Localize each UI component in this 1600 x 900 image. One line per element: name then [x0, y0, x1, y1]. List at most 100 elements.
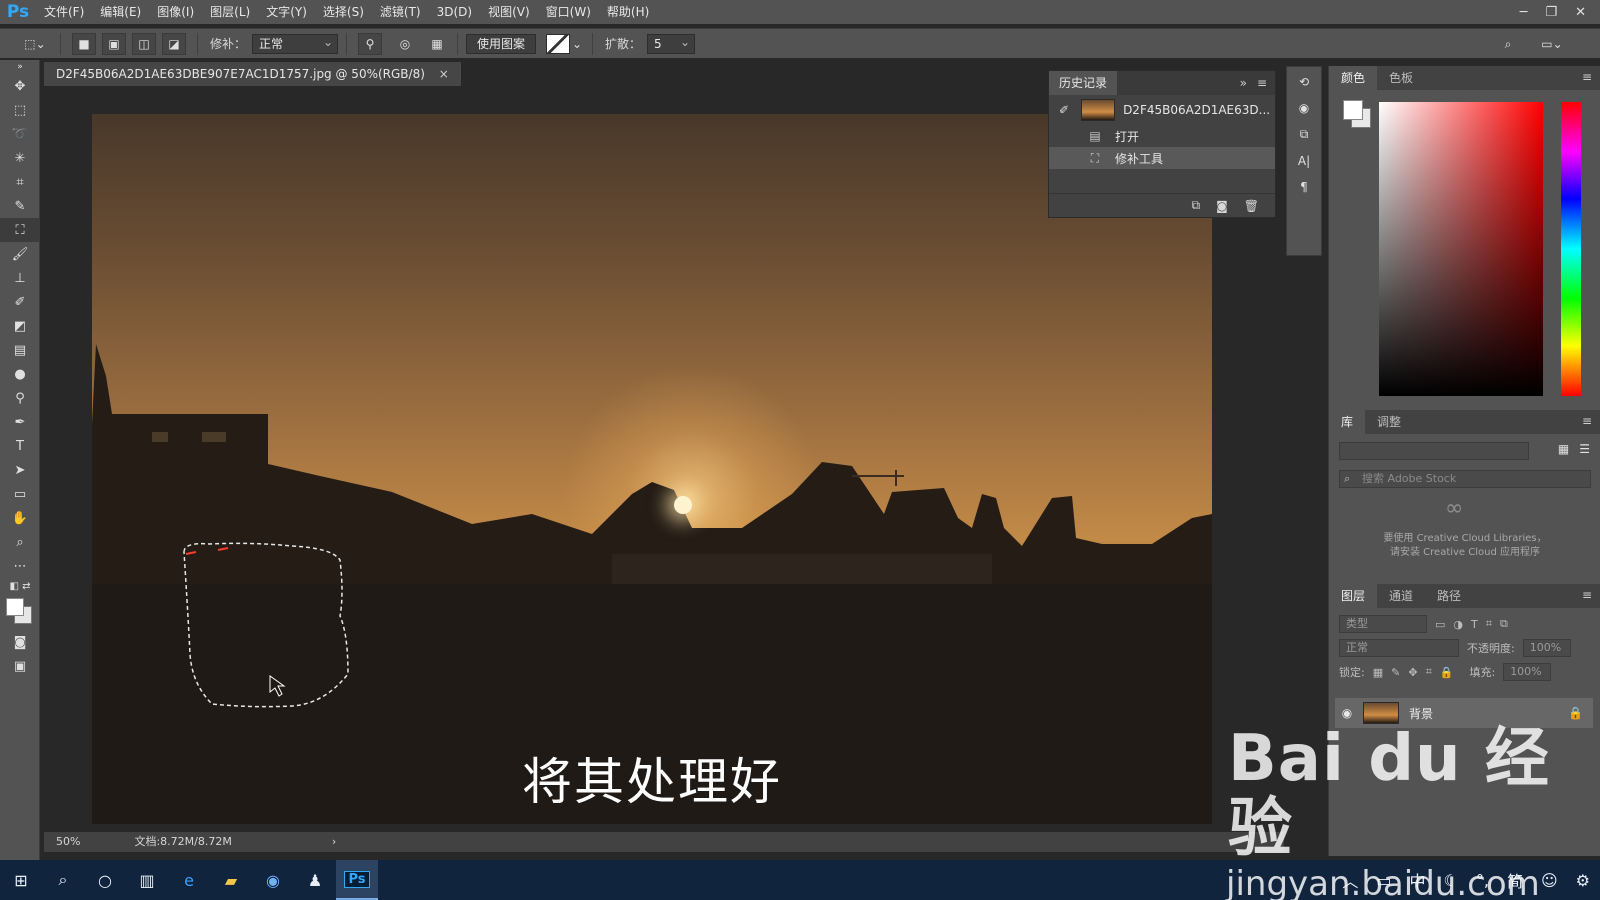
brush-tool-icon[interactable]: 🖌 — [0, 242, 40, 266]
lock-transparency-icon[interactable]: ▦ — [1373, 666, 1383, 679]
library-select[interactable] — [1339, 442, 1529, 460]
foreground-background-swatch[interactable] — [0, 594, 40, 630]
type-filter-icon[interactable]: T — [1471, 618, 1478, 631]
lock-pixels-icon[interactable]: ✎ — [1391, 666, 1400, 679]
workspace-icon[interactable]: ▭⌄ — [1540, 33, 1564, 55]
menu-help[interactable]: 帮助(H) — [599, 0, 657, 24]
subtract-selection-icon[interactable]: ◫ — [132, 32, 156, 55]
adjustment-filter-icon[interactable]: ◑ — [1453, 618, 1463, 631]
list-view-icon[interactable]: ☰ — [1579, 442, 1590, 456]
panel-menu-icon[interactable]: ≡ — [1582, 588, 1592, 602]
opacity-input[interactable]: 100% — [1522, 639, 1571, 657]
tab-channels[interactable]: 通道 — [1377, 584, 1425, 608]
tab-paths[interactable]: 路径 — [1425, 584, 1473, 608]
tab-adjustments[interactable]: 调整 — [1365, 410, 1413, 434]
document-tab[interactable]: D2F45B06A2D1AE63DBE907E7AC1D1757.jpg @ 5… — [44, 62, 461, 86]
lock-artboard-icon[interactable]: ⌗ — [1426, 665, 1432, 679]
eraser-tool-icon[interactable]: ◩ — [0, 314, 40, 338]
quick-mask-icon[interactable]: ◙ — [0, 630, 40, 654]
marquee-tool-icon[interactable]: ⬚ — [0, 98, 40, 122]
more-tools-icon[interactable]: ⋯ — [0, 554, 40, 578]
menu-edit[interactable]: 编辑(E) — [92, 0, 149, 24]
cortana-icon[interactable]: ○ — [84, 860, 126, 900]
destination-target-icon[interactable]: ◎ — [393, 33, 417, 55]
diffusion-select[interactable]: 5 — [647, 33, 696, 54]
tool-preset-picker-icon[interactable]: ⬚⌄ — [18, 33, 52, 55]
transparent-checker-icon[interactable]: ▦ — [425, 33, 449, 55]
menu-image[interactable]: 图像(I) — [149, 0, 202, 24]
patch-mode-select[interactable]: 正常 — [252, 33, 339, 54]
tab-layers[interactable]: 图层 — [1329, 584, 1378, 608]
move-tool-icon[interactable]: ✥ — [0, 74, 40, 98]
shape-filter-icon[interactable]: ⌗ — [1486, 617, 1492, 631]
expand-icon[interactable]: » — [1240, 76, 1247, 90]
menu-select[interactable]: 选择(S) — [315, 0, 372, 24]
properties-panel-icon[interactable]: ◉ — [1299, 101, 1309, 115]
chevron-down-icon[interactable]: ⌄ — [570, 33, 584, 55]
minimize-icon[interactable]: ─ — [1520, 5, 1528, 20]
layer-filter-select[interactable]: 类型 — [1339, 615, 1427, 633]
collapse-icon[interactable]: » — [0, 60, 40, 74]
new-selection-icon[interactable]: ■ — [72, 32, 96, 55]
pen-tool-icon[interactable]: ✒ — [0, 410, 40, 434]
add-to-selection-icon[interactable]: ▣ — [102, 32, 126, 55]
windows-start-icon[interactable]: ⊞ — [0, 860, 42, 900]
search-icon[interactable]: ⌕ — [42, 860, 84, 900]
menu-type[interactable]: 文字(Y) — [258, 0, 315, 24]
source-pin-icon[interactable]: ⚲ — [358, 32, 383, 55]
pixel-filter-icon[interactable]: ▭ — [1435, 618, 1445, 631]
patch-tool-icon[interactable]: ⛶ — [0, 218, 40, 242]
history-title[interactable]: 历史记录 — [1049, 71, 1118, 95]
tab-swatches[interactable]: 色板 — [1377, 66, 1425, 90]
history-item-patch[interactable]: ⛶ 修补工具 — [1049, 147, 1275, 169]
intersect-selection-icon[interactable]: ◪ — [162, 32, 186, 55]
qq-icon[interactable]: ♟ — [294, 860, 336, 900]
dodge-tool-icon[interactable]: ⚲ — [0, 386, 40, 410]
photoshop-taskbar-icon[interactable]: Ps — [336, 860, 378, 900]
screen-mode-icon[interactable]: ▣ — [0, 654, 40, 678]
magic-wand-tool-icon[interactable]: ✳ — [0, 146, 40, 170]
gradient-tool-icon[interactable]: ▤ — [0, 338, 40, 362]
rectangle-tool-icon[interactable]: ▭ — [0, 482, 40, 506]
history-item-open[interactable]: ▤ 打开 — [1049, 125, 1275, 147]
paragraph-panel-icon[interactable]: ¶ — [1300, 180, 1308, 194]
menu-filter[interactable]: 滤镜(T) — [372, 0, 429, 24]
task-view-icon[interactable]: ▥ — [126, 860, 168, 900]
lasso-tool-icon[interactable]: ➰ — [0, 122, 40, 146]
browser-icon[interactable]: ◉ — [252, 860, 294, 900]
type-tool-icon[interactable]: T — [0, 434, 40, 458]
tab-color[interactable]: 颜色 — [1329, 66, 1378, 90]
status-arrow-icon[interactable]: › — [332, 832, 336, 852]
history-brush-source-icon[interactable]: ✐ — [1059, 103, 1069, 117]
camera-snapshot-icon[interactable]: ◙ — [1216, 199, 1228, 213]
stamp-tool-icon[interactable]: ⊥ — [0, 266, 40, 290]
restore-icon[interactable]: ❐ — [1545, 5, 1557, 20]
clone-source-icon[interactable]: ⧉ — [1300, 127, 1309, 142]
menu-window[interactable]: 窗口(W) — [538, 0, 599, 24]
panel-menu-icon[interactable]: ≡ — [1582, 70, 1592, 84]
eyedropper-tool-icon[interactable]: ✎ — [0, 194, 40, 218]
blur-tool-icon[interactable]: ● — [0, 362, 40, 386]
file-explorer-icon[interactable]: ▰ — [210, 860, 252, 900]
tab-libraries[interactable]: 库 — [1329, 410, 1366, 434]
trash-icon[interactable]: 🗑 — [1244, 199, 1259, 213]
zoom-tool-icon[interactable]: ⌕ — [0, 530, 40, 554]
history-brush-tool-icon[interactable]: ✐ — [0, 290, 40, 314]
lock-all-icon[interactable]: 🔒 — [1440, 666, 1454, 679]
swap-colors-icon[interactable]: ◧ ⇄ — [0, 578, 40, 594]
search-icon[interactable]: ⌕ — [1496, 33, 1520, 55]
edge-browser-icon[interactable]: e — [168, 860, 210, 900]
use-pattern-button[interactable]: 使用图案 — [466, 33, 537, 54]
panel-menu-icon[interactable]: ≡ — [1582, 414, 1592, 428]
blend-mode-select[interactable]: 正常 — [1339, 639, 1459, 657]
color-picker-field[interactable] — [1379, 102, 1543, 396]
hand-tool-icon[interactable]: ✋ — [0, 506, 40, 530]
menu-view[interactable]: 视图(V) — [480, 0, 538, 24]
visibility-eye-icon[interactable]: ◉ — [1335, 706, 1359, 720]
menu-3d[interactable]: 3D(D) — [429, 0, 480, 24]
zoom-level[interactable]: 50% — [56, 832, 80, 852]
character-panel-icon[interactable]: A| — [1298, 154, 1310, 168]
lock-position-icon[interactable]: ✥ — [1408, 666, 1417, 679]
new-document-from-state-icon[interactable]: ⧉ — [1192, 198, 1201, 213]
menu-layer[interactable]: 图层(L) — [202, 0, 258, 24]
